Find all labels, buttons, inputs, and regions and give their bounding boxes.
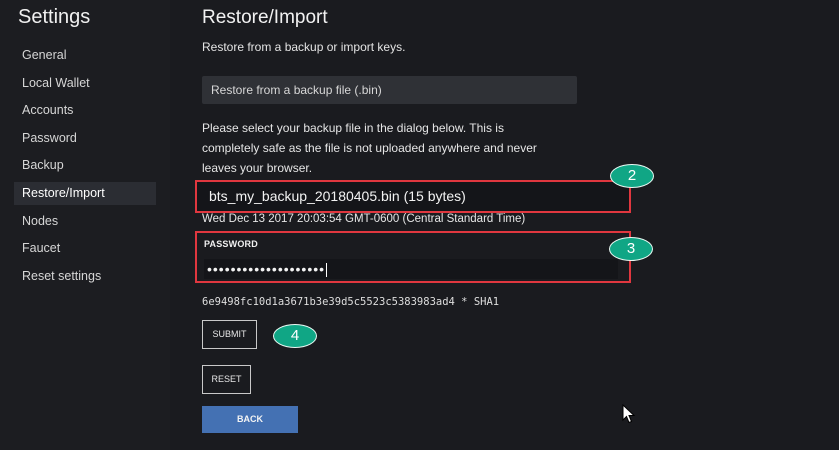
backup-hash: 6e9498fc10d1a3671b3e39d5c5523c5383983ad4… <box>202 296 500 308</box>
sidebar-item-general[interactable]: General <box>14 44 156 67</box>
submit-button[interactable]: SUBMIT <box>202 320 257 349</box>
step-4-badge: 4 <box>273 324 317 348</box>
sidebar-item-backup[interactable]: Backup <box>14 154 156 177</box>
page-title: Restore/Import <box>202 7 328 28</box>
sidebar-item-accounts[interactable]: Accounts <box>14 99 156 122</box>
settings-sidebar: Settings General Local Wallet Accounts P… <box>0 0 170 450</box>
reset-button[interactable]: RESET <box>202 365 251 394</box>
sidebar-title: Settings <box>18 6 91 28</box>
password-input[interactable]: •••••••••••••••••••• <box>204 259 618 279</box>
sidebar-item-nodes[interactable]: Nodes <box>14 210 156 233</box>
backup-file-date: Wed Dec 13 2017 20:03:54 GMT-0600 (Centr… <box>202 213 526 225</box>
sidebar-item-local-wallet[interactable]: Local Wallet <box>14 72 156 95</box>
page-subtitle: Restore from a backup or import keys. <box>202 40 406 54</box>
step-2-badge: 2 <box>610 164 654 188</box>
sidebar-item-password[interactable]: Password <box>14 127 156 150</box>
text-caret <box>326 263 328 278</box>
sidebar-item-restore-import[interactable]: Restore/Import <box>14 181 156 205</box>
restore-method-select[interactable]: Restore from a backup file (.bin) <box>202 76 577 104</box>
settings-nav: General Local Wallet Accounts Password B… <box>14 44 156 292</box>
backup-file-input[interactable]: bts_my_backup_20180405.bin (15 bytes) <box>195 180 631 213</box>
password-highlight: PASSWORD •••••••••••••••••••• <box>195 231 631 283</box>
password-label: PASSWORD <box>204 239 258 249</box>
step-3-badge: 3 <box>609 237 653 261</box>
backup-instructions: Please select your backup file in the di… <box>202 121 537 175</box>
mouse-pointer-icon <box>622 404 636 424</box>
sidebar-item-faucet[interactable]: Faucet <box>14 237 156 260</box>
sidebar-item-reset-settings[interactable]: Reset settings <box>14 265 156 288</box>
password-mask: •••••••••••••••••••• <box>207 261 326 277</box>
back-button[interactable]: BACK <box>202 406 298 433</box>
